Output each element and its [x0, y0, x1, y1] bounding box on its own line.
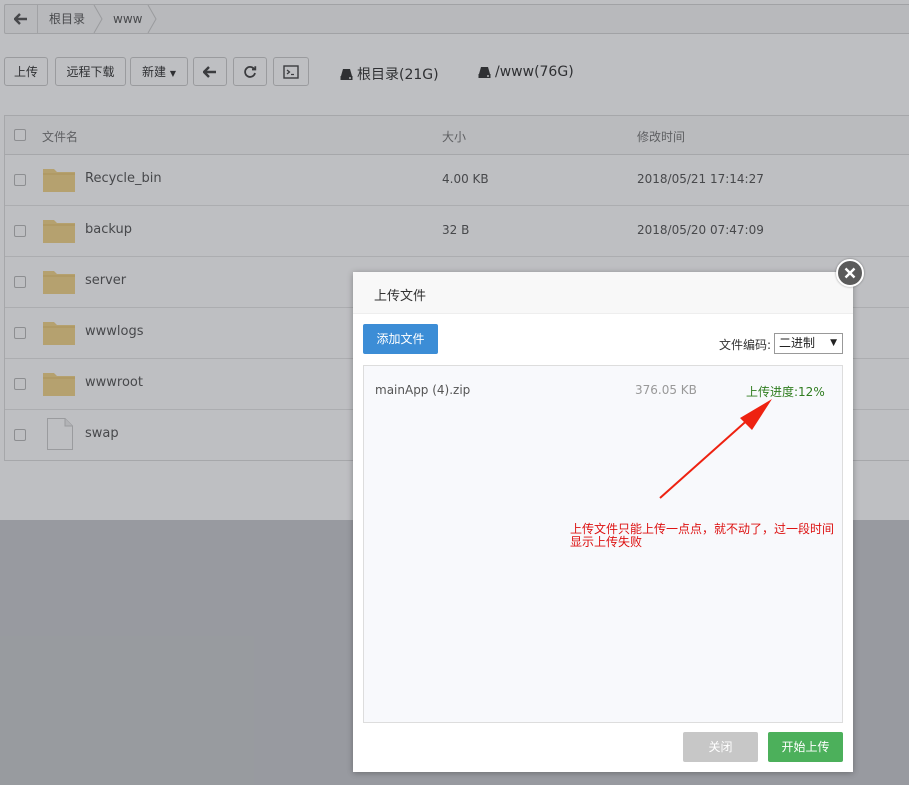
annotation-text: 上传文件只能上传一点点，就不动了，过一段时间 显示上传失败 — [570, 523, 850, 549]
encoding-value: 二进制 — [779, 336, 816, 350]
upload-file-size: 376.05 KB — [635, 383, 697, 397]
close-button[interactable]: 关闭 — [683, 732, 758, 762]
dialog-close-button[interactable] — [836, 259, 864, 287]
upload-file-name: mainApp (4).zip — [375, 383, 471, 397]
encoding-label: 文件编码: — [719, 338, 772, 352]
upload-progress: 上传进度:12% — [746, 385, 825, 399]
encoding-select[interactable]: 二进制 ▼ — [774, 333, 843, 354]
annotation-line-2: 显示上传失败 — [570, 535, 643, 549]
caret-down-icon: ▼ — [830, 338, 837, 348]
dialog-title: 上传文件 — [374, 289, 427, 304]
start-upload-button[interactable]: 开始上传 — [768, 732, 843, 762]
add-file-button[interactable]: 添加文件 — [363, 324, 438, 354]
close-icon — [844, 267, 856, 279]
dialog-header: 上传文件 — [353, 272, 853, 314]
